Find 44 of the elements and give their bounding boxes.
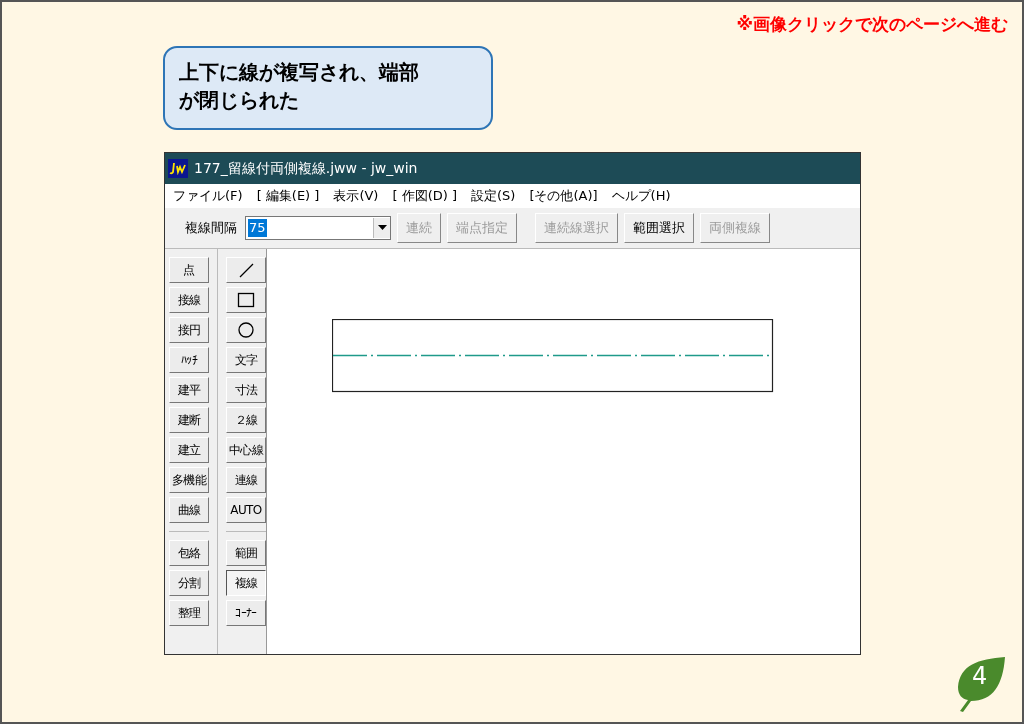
tool-button[interactable] (226, 316, 266, 343)
tool-button[interactable]: ２線 (226, 406, 266, 433)
toolbar-button[interactable]: 範囲選択 (624, 212, 694, 243)
tool-button[interactable]: 範囲 (226, 539, 266, 566)
tool-button[interactable]: 複線 (226, 569, 266, 596)
dropdown-button[interactable] (373, 217, 390, 238)
tool-button[interactable]: 分割 (169, 569, 209, 596)
circle-icon (237, 320, 255, 339)
caret-icon (377, 225, 387, 230)
tool-button[interactable]: 接線 (169, 286, 209, 313)
tool-button[interactable]: 文字 (226, 346, 266, 373)
offset-label: 複線間隔 (185, 218, 237, 237)
tool-button[interactable]: 寸法 (226, 376, 266, 403)
tool-button[interactable]: ﾊｯﾁ (169, 346, 209, 373)
callout-text: 上下に線が複写され、端部が閉じられた (179, 58, 420, 114)
offset-combo-field[interactable]: 75 (245, 215, 391, 240)
next-page-note: ※画像クリックで次のページへ進む (736, 13, 1008, 36)
tool-button[interactable]: 連線 (226, 466, 266, 493)
tool-button[interactable]: 建断 (169, 406, 209, 433)
tool-button[interactable]: 曲線 (169, 496, 209, 523)
window-title: 177_留線付両側複線.jww - jw_win (194, 158, 418, 178)
menu-item[interactable]: ヘルプ(H) (611, 185, 671, 206)
tool-button[interactable]: 整理 (169, 599, 209, 626)
offset-value: 75 (248, 218, 267, 237)
tool-button[interactable]: 点 (169, 256, 209, 283)
tool-button[interactable] (226, 286, 266, 313)
tool-button[interactable]: 建平 (169, 376, 209, 403)
tool-button[interactable]: AUTO (226, 496, 266, 523)
tool-button[interactable]: ｺｰﾅｰ (226, 599, 266, 626)
page-number: 4 (972, 660, 988, 691)
tool-button[interactable]: 中心線 (226, 436, 266, 463)
tool-button[interactable]: 接円 (169, 316, 209, 343)
menu-item[interactable]: ファイル(F) (173, 185, 243, 206)
tool-button[interactable]: 多機能 (169, 466, 209, 493)
menu-item[interactable]: [ 編集(E) ] (256, 185, 320, 206)
rectangle-icon (237, 291, 255, 308)
line-icon (238, 261, 254, 278)
app-logo-icon (168, 158, 188, 178)
tool-button[interactable]: 包絡 (169, 539, 209, 566)
menu-item[interactable]: 設定(S) (471, 185, 516, 206)
menu-item[interactable]: [ 作図(D) ] (392, 185, 457, 206)
tool-button[interactable]: 建立 (169, 436, 209, 463)
menu-item[interactable]: 表示(V) (333, 185, 379, 206)
menu-item[interactable]: [その他(A)] (529, 185, 598, 206)
